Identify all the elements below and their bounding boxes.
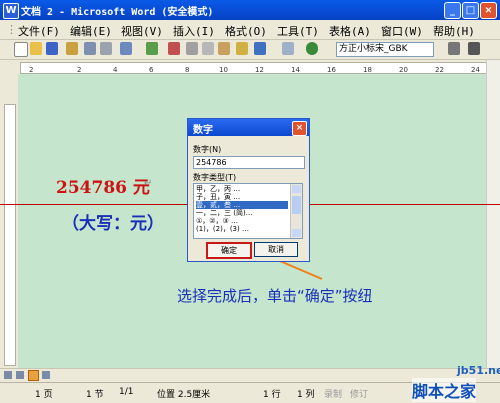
status-record[interactable]: 录制	[324, 387, 342, 400]
paragraph-mark: ↵	[144, 178, 153, 189]
dialog-title: 数字	[193, 125, 213, 136]
ok-button[interactable]: 确定	[206, 242, 252, 259]
bold-icon[interactable]	[468, 42, 480, 55]
ruler-tick: 16	[327, 66, 336, 74]
font-name-select[interactable]: 方正小标宋_GBK	[336, 42, 434, 57]
format-painter-icon[interactable]	[236, 42, 248, 55]
number-label: 数字(N)	[193, 145, 222, 154]
uppercase-amount-text[interactable]: （大写：元）	[62, 209, 164, 234]
cut-icon[interactable]	[186, 42, 198, 55]
ruler-tick: 20	[399, 66, 408, 74]
ruler-tick: 8	[185, 66, 190, 74]
undo-icon[interactable]	[254, 42, 266, 55]
list-item[interactable]: (1)，(2)，(3) …	[196, 225, 288, 233]
vertical-ruler-scale	[4, 104, 16, 366]
cancel-button[interactable]: 取消	[254, 242, 298, 257]
ruler-tick: 2	[29, 66, 34, 74]
list-item[interactable]: 一，二，三 (简)…	[196, 209, 288, 217]
list-scrollbar[interactable]	[290, 184, 302, 238]
status-section: 1 节	[86, 390, 104, 400]
ruler-tick: 14	[291, 66, 300, 74]
ruler-tick: 4	[113, 66, 118, 74]
normal-view-icon[interactable]	[4, 371, 12, 379]
traditional-chinese-icon[interactable]	[120, 42, 132, 55]
print-layout-view-icon[interactable]	[28, 370, 39, 381]
list-item[interactable]: ①，②，③ …	[196, 217, 288, 225]
status-pages: 1/1	[119, 387, 134, 397]
email-icon[interactable]	[84, 42, 96, 55]
number-type-list[interactable]: 甲，乙，丙 … 子，丑，寅 … 壹，贰，叁 … 一，二，三 (简)… ①，②，③…	[193, 183, 303, 239]
window-title: 文档 2 - Microsoft Word (安全模式)	[21, 7, 214, 18]
menu-file[interactable]: 文件(F)	[18, 23, 60, 39]
font-size-icon[interactable]	[448, 42, 460, 55]
status-track-changes[interactable]: 修订	[350, 387, 368, 400]
status-position: 位置 2.5厘米	[157, 390, 211, 400]
ruler-tick: 12	[255, 66, 264, 74]
ruler-tick: 22	[435, 66, 444, 74]
scroll-down-icon[interactable]	[292, 229, 301, 237]
menu-table[interactable]: 表格(A)	[329, 23, 371, 39]
watermark-brand: 脚本之家	[412, 378, 477, 402]
ruler-tick: 10	[219, 66, 228, 74]
number-input[interactable]: 254786	[193, 156, 305, 169]
close-button[interactable]: ×	[480, 2, 497, 19]
standard-toolbar: 方正小标宋_GBK	[0, 40, 500, 60]
vertical-ruler	[0, 74, 18, 368]
hyperlink-icon[interactable]	[306, 42, 318, 55]
dialog-close-button[interactable]: ×	[292, 121, 307, 136]
vertical-scrollbar[interactable]	[486, 60, 500, 368]
ruler-tick: 2	[77, 66, 82, 74]
new-icon[interactable]	[14, 42, 28, 57]
minimize-button[interactable]: _	[444, 2, 461, 19]
paste-icon[interactable]	[218, 42, 230, 55]
number-type-label: 数字类型(T)	[193, 173, 237, 182]
print-icon[interactable]	[100, 42, 112, 55]
web-view-icon[interactable]	[16, 371, 24, 379]
title-bar: W 文档 2 - Microsoft Word (安全模式) _ □ ×	[0, 0, 500, 20]
research-icon[interactable]	[168, 42, 180, 55]
permission-icon[interactable]	[66, 42, 78, 55]
copy-icon[interactable]	[202, 42, 214, 55]
menu-help[interactable]: 帮助(H)	[433, 23, 475, 39]
menu-insert[interactable]: 插入(I)	[173, 23, 215, 39]
maximize-button[interactable]: □	[462, 2, 479, 19]
ruler-tick: 18	[363, 66, 372, 74]
list-item-selected[interactable]: 壹，贰，叁 …	[196, 201, 288, 209]
word-app-icon[interactable]: W	[3, 3, 19, 19]
list-item[interactable]: 子，丑，寅 …	[196, 193, 288, 201]
number-dialog: 数字 × 数字(N) 254786 数字类型(T) 甲，乙，丙 … 子，丑，寅 …	[187, 118, 310, 262]
save-icon[interactable]	[46, 42, 58, 55]
scroll-thumb[interactable]	[292, 196, 301, 214]
ruler-tick: 24	[471, 66, 480, 74]
menu-bar: ⋮ 文件(F) 编辑(E) 视图(V) 插入(I) 格式(O) 工具(T) 表格…	[0, 20, 500, 40]
instruction-caption: 选择完成后，单击“确定”按纽	[177, 287, 373, 305]
menu-view[interactable]: 视图(V)	[121, 23, 163, 39]
watermark-site: jb51.net	[457, 364, 500, 377]
list-item[interactable]: 甲，乙，丙 …	[196, 185, 288, 193]
menu-grip-icon: ⋮	[6, 23, 17, 36]
amount-text[interactable]: 254786 元	[56, 173, 150, 198]
horizontal-ruler: 2 2 4 6 8 10 12 14 16 18 20 22 24	[0, 60, 500, 74]
status-line: 1 行	[263, 390, 281, 400]
ruler-scale: 2 2 4 6 8 10 12 14 16 18 20 22 24	[20, 62, 488, 74]
scroll-up-icon[interactable]	[292, 185, 301, 193]
dialog-title-bar[interactable]: 数字 ×	[188, 119, 309, 136]
menu-format[interactable]: 格式(O)	[225, 23, 267, 39]
menu-edit[interactable]: 编辑(E)	[70, 23, 112, 39]
menu-tools[interactable]: 工具(T)	[277, 23, 319, 39]
redo-icon[interactable]	[282, 42, 294, 55]
open-icon[interactable]	[30, 42, 42, 55]
status-column: 1 列	[297, 390, 315, 400]
ruler-tick: 6	[149, 66, 154, 74]
status-page: 1 页	[35, 390, 53, 400]
outline-view-icon[interactable]	[42, 371, 50, 379]
menu-window[interactable]: 窗口(W)	[381, 23, 423, 39]
spelling-icon[interactable]	[146, 42, 158, 55]
